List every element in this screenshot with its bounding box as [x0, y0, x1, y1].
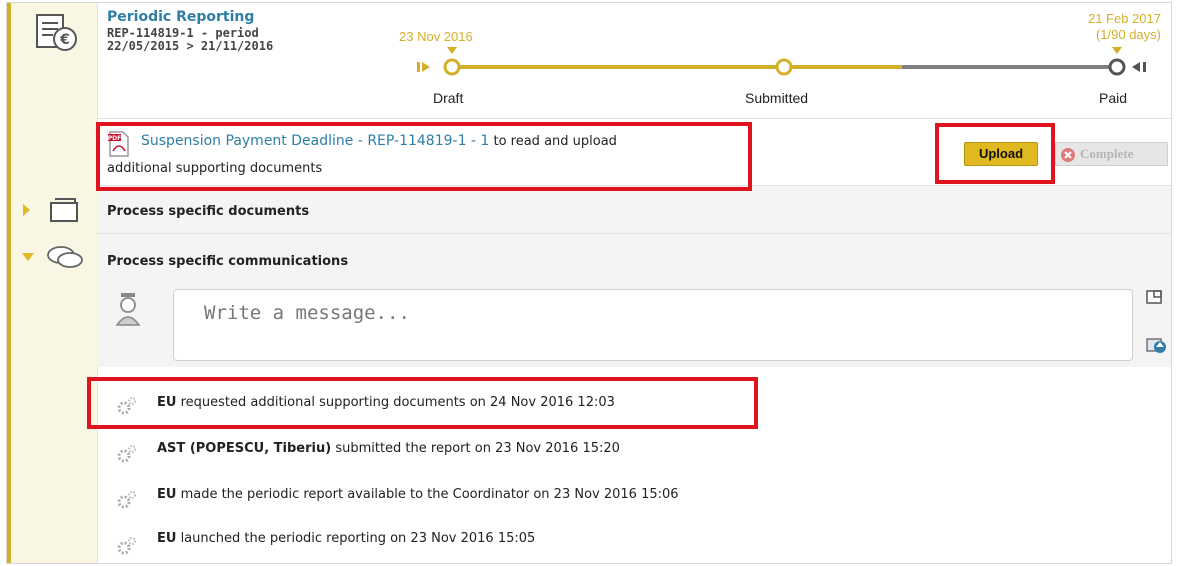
page-title[interactable]: Periodic Reporting [107, 9, 254, 25]
svg-text:€: € [59, 32, 70, 48]
timeline-end-date: 21 Feb 2017 [1087, 11, 1161, 26]
report-period: 22/05/2015 > 21/11/2016 [107, 39, 274, 53]
expand-arrow-icon[interactable] [21, 203, 33, 217]
step-draft-label: Draft [433, 90, 464, 106]
activity-actor: EU [157, 531, 177, 546]
end-stop-icon [1132, 62, 1140, 72]
step-paid-node [1108, 58, 1126, 76]
activity-item: EU made the periodic report available to… [157, 487, 679, 502]
cancel-icon [1061, 148, 1075, 162]
report-document-icon: € [36, 14, 77, 51]
left-gutter [7, 3, 97, 563]
system-gear-icon [117, 491, 136, 509]
documents-section-title: Process specific documents [107, 204, 310, 219]
process-panel: € Periodic Reporting REP-114819-1 - peri… [6, 2, 1172, 564]
workflow-timeline [417, 47, 1146, 76]
folder-icon [50, 198, 78, 222]
activity-text: submitted the report on 23 Nov 2016 15:2… [331, 441, 620, 456]
attach-upload-icon[interactable] [1145, 335, 1167, 355]
complete-button-label: Complete [1080, 146, 1134, 161]
complete-button[interactable]: Complete [1055, 142, 1168, 166]
message-input[interactable]: Write a message... [173, 289, 1133, 361]
collapse-arrow-icon[interactable] [21, 251, 35, 263]
documents-section-header[interactable]: Process specific documents [97, 185, 1171, 234]
step-submitted-node [775, 58, 793, 76]
activity-actor: EU [157, 487, 177, 502]
conversation-icon [47, 246, 83, 268]
activity-text: launched the periodic reporting on 23 No… [176, 531, 536, 546]
expand-window-icon[interactable] [1145, 289, 1163, 305]
system-gear-icon [117, 445, 136, 463]
step-submitted-label: Submitted [745, 90, 809, 106]
system-gear-icon [117, 537, 136, 555]
timeline-end-days: (1/90 days) [1095, 27, 1161, 42]
timeline-start-date: 23 Nov 2016 [399, 29, 473, 44]
start-marker-icon [447, 47, 457, 54]
divider [97, 118, 1171, 119]
end-marker-icon [1112, 47, 1122, 54]
play-start-icon [422, 62, 430, 72]
highlight-upload-box [935, 123, 1055, 184]
activity-item: AST (POPESCU, Tiberiu) submitted the rep… [157, 441, 620, 456]
activity-item: EU launched the periodic reporting on 23… [157, 531, 535, 546]
highlight-activity-box [87, 377, 758, 429]
communications-section-header[interactable]: Process specific communications [97, 233, 1171, 290]
activity-actor: AST (POPESCU, Tiberiu) [157, 441, 332, 456]
step-draft-node [443, 58, 461, 76]
activity-text: made the periodic report available to th… [176, 487, 679, 502]
highlight-task-box [96, 122, 752, 191]
communications-section-title: Process specific communications [107, 254, 349, 269]
user-avatar-icon [115, 293, 141, 326]
message-placeholder: Write a message... [204, 302, 410, 324]
step-paid-label: Paid [1099, 90, 1128, 106]
